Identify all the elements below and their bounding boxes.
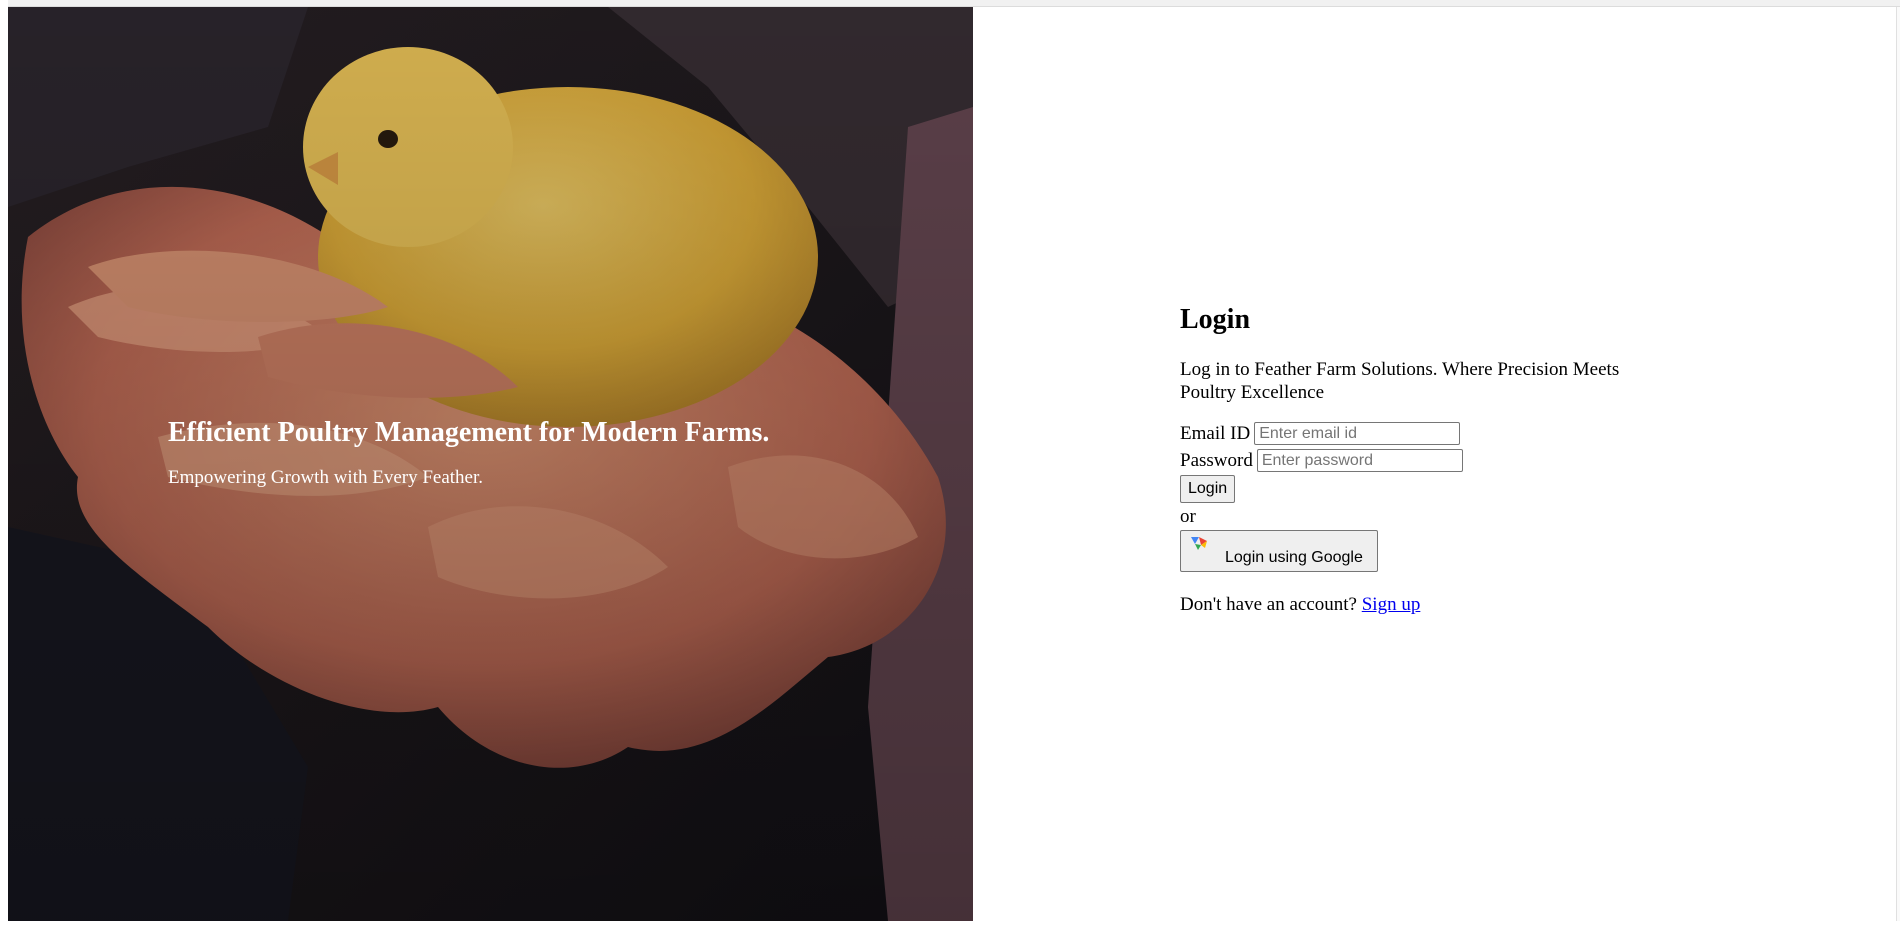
- scrollbar[interactable]: [1896, 7, 1900, 921]
- login-panel: Login Log in to Feather Farm Solutions. …: [1180, 300, 1700, 616]
- hero-subtitle: Empowering Growth with Every Feather.: [168, 467, 484, 488]
- signup-link[interactable]: Sign up: [1362, 594, 1421, 615]
- signup-line: Don't have an account? Sign up: [1180, 594, 1700, 616]
- google-login-button[interactable]: Login using Google: [1180, 530, 1378, 572]
- hero-text: Efficient Poultry Management for Modern …: [168, 417, 769, 489]
- google-login-label: Login using Google: [1225, 549, 1363, 566]
- email-row: Email ID: [1180, 420, 1700, 447]
- login-form: Email ID Password Login or Login using G…: [1180, 420, 1700, 572]
- login-page: Efficient Poultry Management for Modern …: [0, 0, 1900, 927]
- hero-image-section: Efficient Poultry Management for Modern …: [8, 7, 973, 921]
- page-left-margin: [0, 0, 8, 927]
- signup-prompt: Don't have an account?: [1180, 594, 1357, 615]
- or-separator: or: [1180, 506, 1196, 527]
- password-row: Password: [1180, 447, 1700, 474]
- hero-title: Efficient Poultry Management for Modern …: [168, 417, 770, 448]
- google-logo-icon: [1191, 537, 1207, 550]
- password-label: Password: [1180, 449, 1253, 471]
- password-input[interactable]: [1256, 449, 1463, 472]
- email-label: Email ID: [1180, 422, 1251, 444]
- browser-top-edge: [0, 0, 1900, 7]
- login-title: Login: [1180, 304, 1251, 335]
- login-button[interactable]: Login: [1180, 475, 1236, 503]
- email-input[interactable]: [1254, 422, 1461, 445]
- login-tagline: Log in to Feather Farm Solutions. Where …: [1180, 359, 1620, 403]
